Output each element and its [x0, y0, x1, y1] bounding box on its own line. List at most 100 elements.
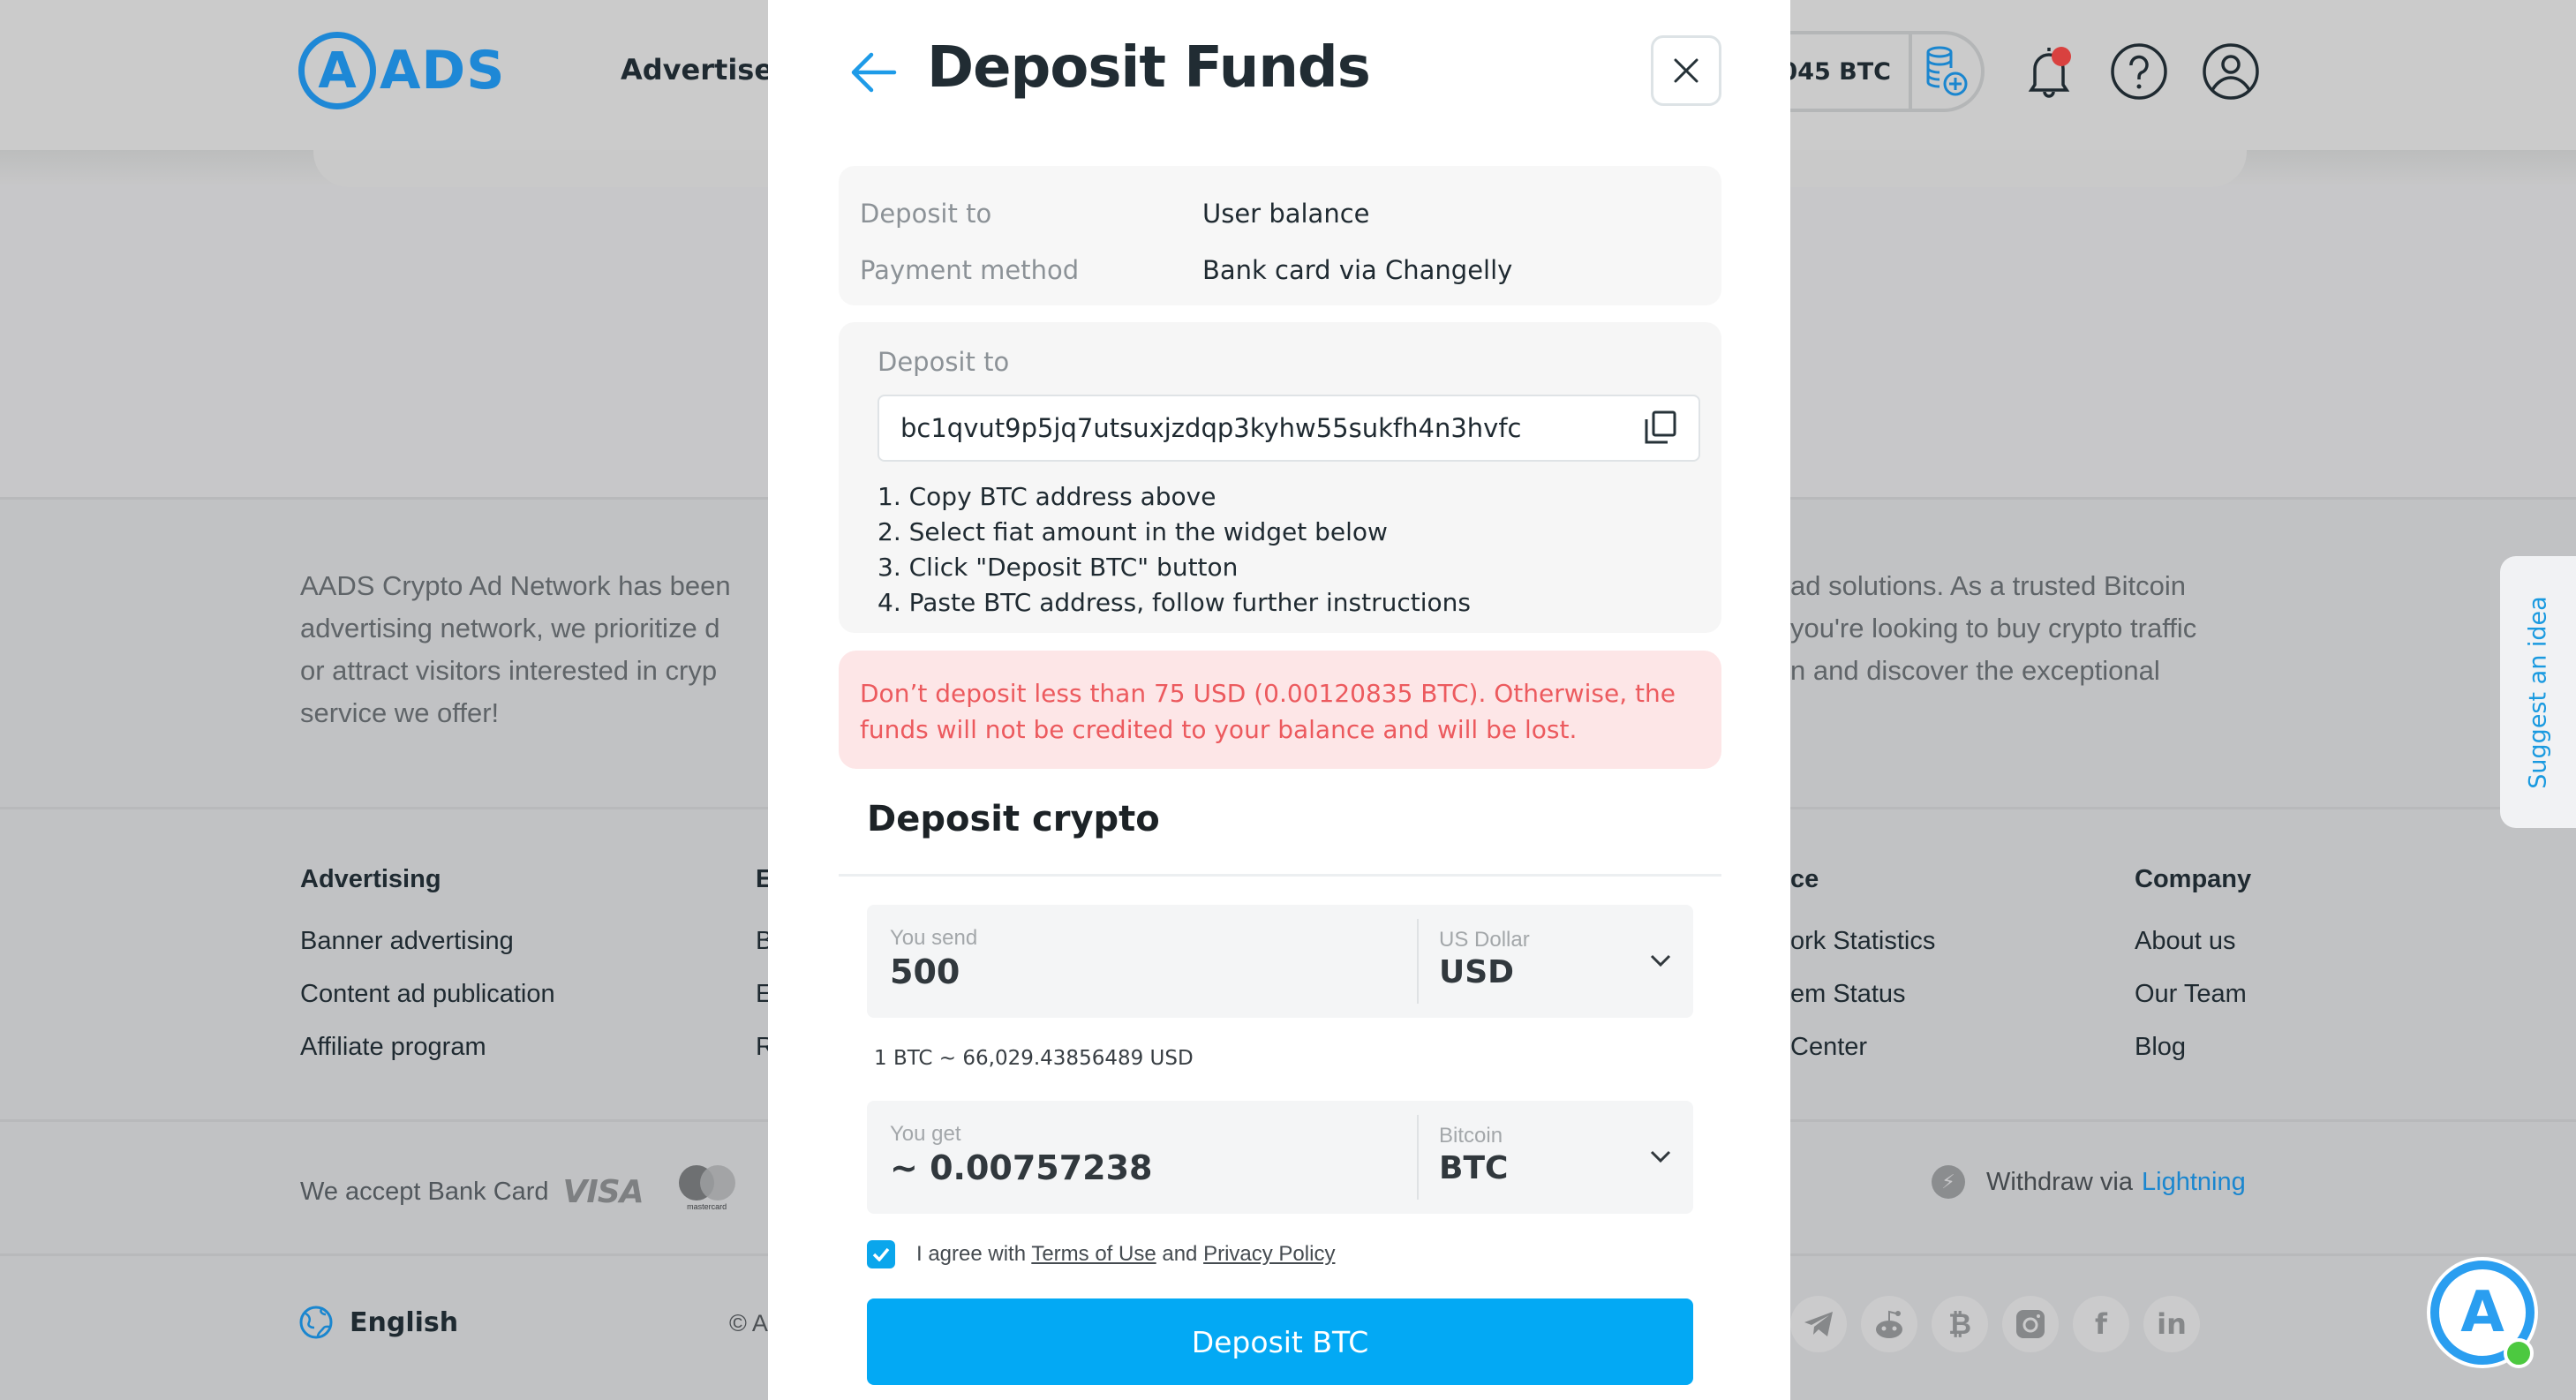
field-separator	[1417, 1115, 1419, 1200]
back-arrow-icon[interactable]	[847, 46, 900, 99]
deposit-address-box: Deposit to bc1qvut9p5jq7utsuxjzdqp3kyhw5…	[839, 322, 1721, 633]
footer-link[interactable]: Our Team	[2135, 980, 2364, 1033]
field-separator	[1417, 919, 1419, 1004]
agree-prefix: I agree with	[916, 1242, 1027, 1266]
footer-link[interactable]: Content ad publication	[300, 980, 759, 1033]
summary-value: Bank card via Changelly	[1202, 255, 1513, 285]
footer-column-advertising: Advertising Banner advertising Content a…	[300, 865, 759, 1086]
you-get-label: You get	[890, 1122, 961, 1146]
summary-key: Payment method	[860, 255, 1080, 285]
footer-link[interactable]: E	[756, 980, 768, 1033]
copy-icon[interactable]	[1644, 410, 1677, 446]
instruction-step: 1. Copy BTC address above	[877, 482, 1216, 511]
send-currency-select[interactable]: USD	[1439, 954, 1514, 990]
suggest-idea-label: Suggest an idea	[2524, 595, 2552, 789]
profile-icon[interactable]	[2202, 42, 2260, 101]
you-get-value: ~ 0.00757238	[890, 1148, 1153, 1187]
you-send-field: You send 500 US Dollar USD	[867, 905, 1693, 1018]
send-currency-name: US Dollar	[1439, 928, 1530, 952]
terms-agreement: I agree with Terms of Use and Privacy Po…	[867, 1240, 1335, 1268]
you-get-field: You get ~ 0.00757238 Bitcoin BTC	[867, 1101, 1693, 1214]
footer-link[interactable]: em Status	[1790, 980, 2020, 1033]
coins-add-icon[interactable]	[1912, 45, 1981, 98]
agree-checkbox[interactable]	[867, 1240, 895, 1268]
footer-column-resources: ce ork Statistics em Status Center	[1790, 865, 2020, 1086]
footer-link[interactable]: Affiliate program	[300, 1033, 759, 1086]
bitcoin-icon[interactable]: ₿	[1932, 1296, 1988, 1352]
summary-row-payment-method: Payment method Bank card via Changelly	[860, 242, 1700, 298]
instagram-icon[interactable]	[2002, 1296, 2059, 1352]
summary-key: Deposit to	[860, 199, 992, 229]
address-label: Deposit to	[877, 347, 1010, 377]
withdraw-lightning: ⚡ Withdraw via Lightning	[1932, 1165, 2246, 1199]
deposit-btc-button[interactable]: Deposit BTC	[867, 1298, 1693, 1385]
lightning-link[interactable]: Lightning	[2142, 1168, 2246, 1197]
deposit-summary: Deposit to User balance Payment method B…	[839, 166, 1721, 305]
you-send-label: You send	[890, 926, 978, 950]
nav-advertise[interactable]: Advertise	[621, 53, 773, 87]
accept-label: We accept Bank Card	[300, 1177, 549, 1206]
linkedin-icon[interactable]: in	[2143, 1296, 2200, 1352]
close-icon	[1674, 58, 1699, 83]
lightning-icon: ⚡	[1932, 1165, 1965, 1199]
suggest-idea-tab[interactable]: Suggest an idea	[2500, 556, 2576, 828]
about-text-left: AADS Crypto Ad Network has been advertis…	[300, 570, 731, 728]
payment-methods: We accept Bank Card VISA mastercard G	[300, 1165, 797, 1218]
visa-logo: VISA	[562, 1173, 644, 1210]
get-currency-select[interactable]: BTC	[1439, 1150, 1508, 1186]
logo-mark: A	[298, 32, 376, 109]
summary-value: User balance	[1202, 199, 1370, 229]
mastercard-logo: mastercard	[675, 1165, 739, 1218]
footer-link[interactable]: Blog	[2135, 1033, 2364, 1086]
language-selector[interactable]: English	[298, 1305, 458, 1340]
widget-divider	[839, 874, 1721, 877]
telegram-icon[interactable]	[1790, 1296, 1847, 1352]
minimum-deposit-warning: Don’t deposit less than 75 USD (0.001208…	[839, 651, 1721, 769]
balance-widget[interactable]: 045 BTC	[1774, 31, 1985, 112]
modal-title: Deposit Funds	[927, 35, 1371, 101]
footer-link[interactable]: About us	[2135, 927, 2364, 980]
terms-of-use-link[interactable]: Terms of Use	[1031, 1242, 1156, 1266]
globe-icon	[299, 1306, 333, 1339]
instruction-step: 4. Paste BTC address, follow further ins…	[877, 588, 1471, 617]
you-send-input[interactable]: 500	[890, 952, 960, 991]
withdraw-label: Withdraw via	[1986, 1167, 2133, 1196]
reddit-icon[interactable]	[1861, 1296, 1917, 1352]
footer-column-title: E	[756, 865, 768, 893]
bell-icon[interactable]	[2020, 42, 2078, 101]
facebook-icon[interactable]: f	[2073, 1296, 2129, 1352]
footer-link[interactable]: R	[756, 1033, 768, 1086]
agree-and: and	[1162, 1242, 1198, 1266]
online-status-dot	[2504, 1338, 2534, 1368]
footer-column-partial: E B E R	[756, 865, 768, 1086]
summary-row-deposit-to: Deposit to User balance	[860, 185, 1700, 242]
footer-column-company: Company About us Our Team Blog	[2135, 865, 2364, 1086]
deposit-funds-modal: Deposit Funds Deposit to User balance Pa…	[768, 0, 1790, 1400]
chevron-down-icon[interactable]	[1647, 947, 1674, 974]
chevron-down-icon[interactable]	[1647, 1143, 1674, 1170]
help-icon[interactable]	[2110, 42, 2168, 101]
exchange-rate: 1 BTC ~ 66,029.43856489 USD	[874, 1047, 1194, 1070]
instruction-step: 3. Click "Deposit BTC" button	[877, 553, 1239, 582]
footer-link[interactable]: Center	[1790, 1033, 2020, 1086]
footer-link[interactable]: ork Statistics	[1790, 927, 2020, 980]
aads-logo[interactable]: A ADS	[298, 32, 505, 109]
btc-address-value: bc1qvut9p5jq7utsuxjzdqp3kyhw55sukfh4n3hv…	[900, 413, 1522, 443]
footer-column-title: Advertising	[300, 865, 441, 893]
get-currency-name: Bitcoin	[1439, 1124, 1503, 1148]
checkmark-icon	[872, 1247, 890, 1261]
privacy-policy-link[interactable]: Privacy Policy	[1203, 1242, 1335, 1266]
language-label: English	[350, 1306, 459, 1338]
instruction-step: 2. Select fiat amount in the widget belo…	[877, 517, 1388, 546]
instructions-list: 1. Copy BTC address above 2. Select fiat…	[877, 479, 1683, 621]
footer-column-title: ce	[1790, 865, 1819, 893]
close-button[interactable]	[1651, 35, 1721, 106]
deposit-crypto-title: Deposit crypto	[867, 799, 1160, 839]
footer-link[interactable]: Banner advertising	[300, 927, 759, 980]
about-text-right: ad solutions. As a trusted Bitcoin you'r…	[1790, 570, 2197, 686]
balance-value: 045 BTC	[1774, 34, 1912, 109]
btc-address-field[interactable]: bc1qvut9p5jq7utsuxjzdqp3kyhw55sukfh4n3hv…	[877, 395, 1700, 462]
footer-link[interactable]: B	[756, 927, 768, 980]
social-links: ₿ f in	[1790, 1296, 2200, 1352]
copyright: © A	[729, 1310, 768, 1336]
